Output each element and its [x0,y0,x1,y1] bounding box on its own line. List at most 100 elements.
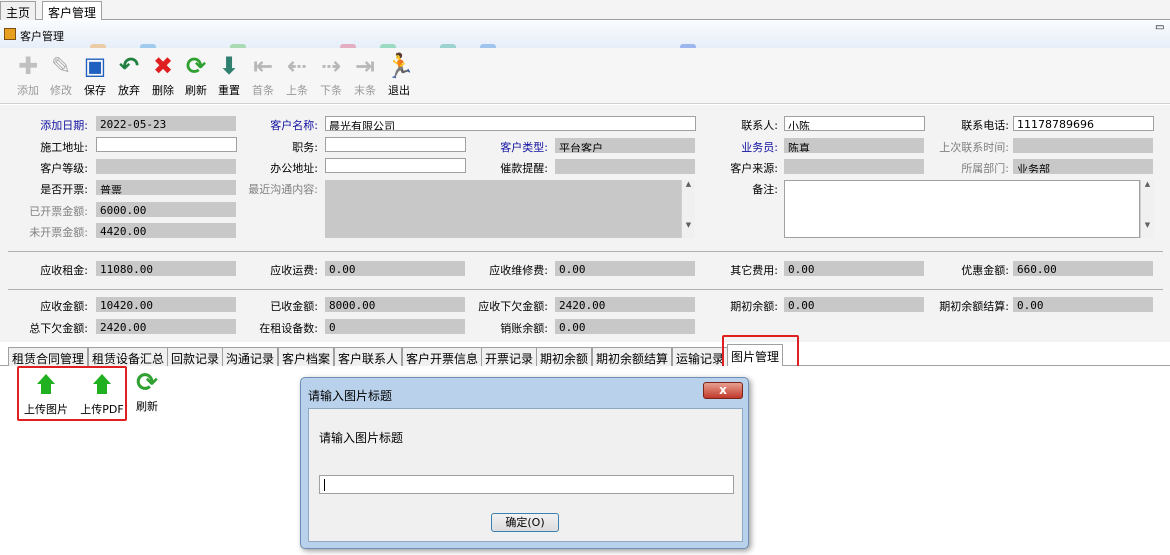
delete-button[interactable]: ✖ 删除 [146,52,180,98]
scroll-up-icon[interactable]: ▲ [1141,180,1154,188]
uninvoiced-amount-field[interactable]: 4420.00 [96,223,236,238]
opening-settle-field[interactable]: 0.00 [1013,297,1153,312]
reset-button-label: 重置 [218,84,240,97]
received-field[interactable]: 8000.00 [325,297,465,312]
invoiced-amount-field[interactable]: 6000.00 [96,202,236,217]
opening-balance-label: 期初余额: [730,300,778,313]
recent-comm-textarea[interactable] [325,180,681,238]
restore-window-icon[interactable]: ▭ [1155,22,1164,33]
rented-equipment-label: 在租设备数: [259,322,318,335]
recent-comm-label: 最近沟通内容: [248,183,318,196]
refresh-button[interactable]: ⟳ 刷新 [179,52,213,98]
customer-name-label: 客户名称: [270,119,318,132]
red-x-icon: ✖ [152,52,174,80]
undo-arrow-icon: ↶ [118,52,140,80]
exit-button[interactable]: 🏃 退出 [382,52,416,98]
recent-comm-scrollbar[interactable]: ▲ ▼ [681,180,695,238]
tab-invoice-info[interactable]: 客户开票信息 [402,347,483,366]
discount-field[interactable]: 660.00 [1013,261,1153,276]
save-button[interactable]: ▣ 保存 [78,52,112,98]
rent-field[interactable]: 11080.00 [96,261,236,276]
window-app-icon [4,28,16,40]
first-record-button[interactable]: ⇤ 首条 [246,52,280,98]
other-fees-field[interactable]: 0.00 [784,261,924,276]
invoice-label: 是否开票: [40,183,88,196]
last-contact-field[interactable] [1013,138,1153,153]
tab-opening-balance[interactable]: 期初余额 [536,347,593,366]
text-caret [324,479,325,491]
scroll-down-icon[interactable]: ▼ [682,221,695,229]
receivable-field[interactable]: 10420.00 [96,297,236,312]
tab-equipment-summary[interactable]: 租赁设备汇总 [88,347,169,366]
contact-field[interactable]: 小陈 [784,116,925,131]
image-title-input[interactable] [319,475,734,494]
last-record-icon: ⇥ [354,52,376,80]
refresh-icon: ⟳ [136,368,158,398]
previous-record-button[interactable]: ⇠ 上条 [280,52,314,98]
customer-level-label: 客户等级: [40,162,88,175]
add-date-field[interactable]: 2022-05-23 [96,116,236,131]
window-titlebar: 客户管理 ▭ [0,20,1170,60]
next-record-button[interactable]: ⇢ 下条 [314,52,348,98]
customer-source-field[interactable] [784,159,924,174]
tab-home[interactable]: 主页 [0,1,37,20]
tab-customer-files[interactable]: 客户档案 [278,347,335,366]
outstanding-field[interactable]: 2420.00 [555,297,695,312]
tab-communication-records[interactable]: 沟通记录 [222,347,279,366]
tab-transport-records[interactable]: 运输记录 [672,347,729,366]
scroll-down-icon[interactable]: ▼ [1141,221,1154,229]
customer-source-label: 客户来源: [730,162,778,175]
customer-level-field[interactable] [96,159,236,174]
office-address-label: 办公地址: [270,162,318,175]
tab-payment-records[interactable]: 回款记录 [167,347,224,366]
department-field[interactable]: 业务部 [1013,159,1153,174]
edit-icon: ✎ [50,52,72,80]
add-button[interactable]: ✚ 添加 [11,52,45,98]
tab-invoice-records[interactable]: 开票记录 [481,347,538,366]
discard-button[interactable]: ↶ 放弃 [112,52,146,98]
reset-button[interactable]: ⬇ 重置 [212,52,246,98]
tab-lease-contracts[interactable]: 租赁合同管理 [8,347,89,366]
dialog-close-button[interactable]: x [703,382,743,399]
remarks-textarea[interactable] [784,180,1140,238]
freight-field[interactable]: 0.00 [325,261,465,276]
tab-customer-contacts[interactable]: 客户联系人 [334,347,403,366]
app-tab-bar: 主页 客户管理 [0,0,1170,20]
next-record-label: 下条 [320,84,342,97]
image-title-value [320,476,326,489]
office-address-field[interactable] [325,158,466,173]
phone-field[interactable]: 11178789696 [1013,116,1154,131]
detail-tab-strip: 租赁合同管理 租赁设备汇总 回款记录 沟通记录 客户档案 客户联系人 客户开票信… [0,344,1170,366]
writeoff-balance-label: 销账余额: [500,322,548,335]
tab-opening-balance-settlement[interactable]: 期初余额结算 [592,347,673,366]
add-date-label: 添加日期: [40,119,88,132]
customer-name-field[interactable]: 晨光有限公司 [325,116,696,131]
edit-button[interactable]: ✎ 修改 [44,52,78,98]
phone-label: 联系电话: [961,119,1009,132]
scroll-up-icon[interactable]: ▲ [682,180,695,188]
invoice-field[interactable]: 普票 [96,180,236,195]
site-address-field[interactable] [96,137,237,152]
customer-type-label: 客户类型: [500,141,548,154]
customer-type-field[interactable]: 平台客户 [555,138,695,153]
dialog-title: 请输入图片标题 [308,389,393,403]
position-field[interactable] [325,137,466,152]
opening-balance-field[interactable]: 0.00 [784,297,924,312]
position-label: 职务: [292,141,318,154]
salesperson-field[interactable]: 陈真 [784,138,924,153]
total-owed-field[interactable]: 2420.00 [96,319,236,334]
repair-field[interactable]: 0.00 [555,261,695,276]
rented-equipment-field[interactable]: 0 [325,319,465,334]
tab-customer-management[interactable]: 客户管理 [42,1,103,20]
panel-refresh-label: 刷新 [136,400,158,413]
writeoff-balance-field[interactable]: 0.00 [555,319,695,334]
total-owed-label: 总下欠金额: [29,322,88,335]
last-record-button[interactable]: ⇥ 末条 [348,52,382,98]
remarks-scrollbar[interactable]: ▲ ▼ [1140,180,1154,238]
payment-reminder-field[interactable] [555,159,695,174]
image-title-dialog: 请输入图片标题 x 请输入图片标题 确定(O) [300,377,749,549]
site-address-label: 施工地址: [40,141,88,154]
ok-button[interactable]: 确定(O) [491,513,559,532]
panel-refresh-button[interactable]: ⟳ 刷新 [130,368,164,414]
last-record-label: 末条 [354,84,376,97]
